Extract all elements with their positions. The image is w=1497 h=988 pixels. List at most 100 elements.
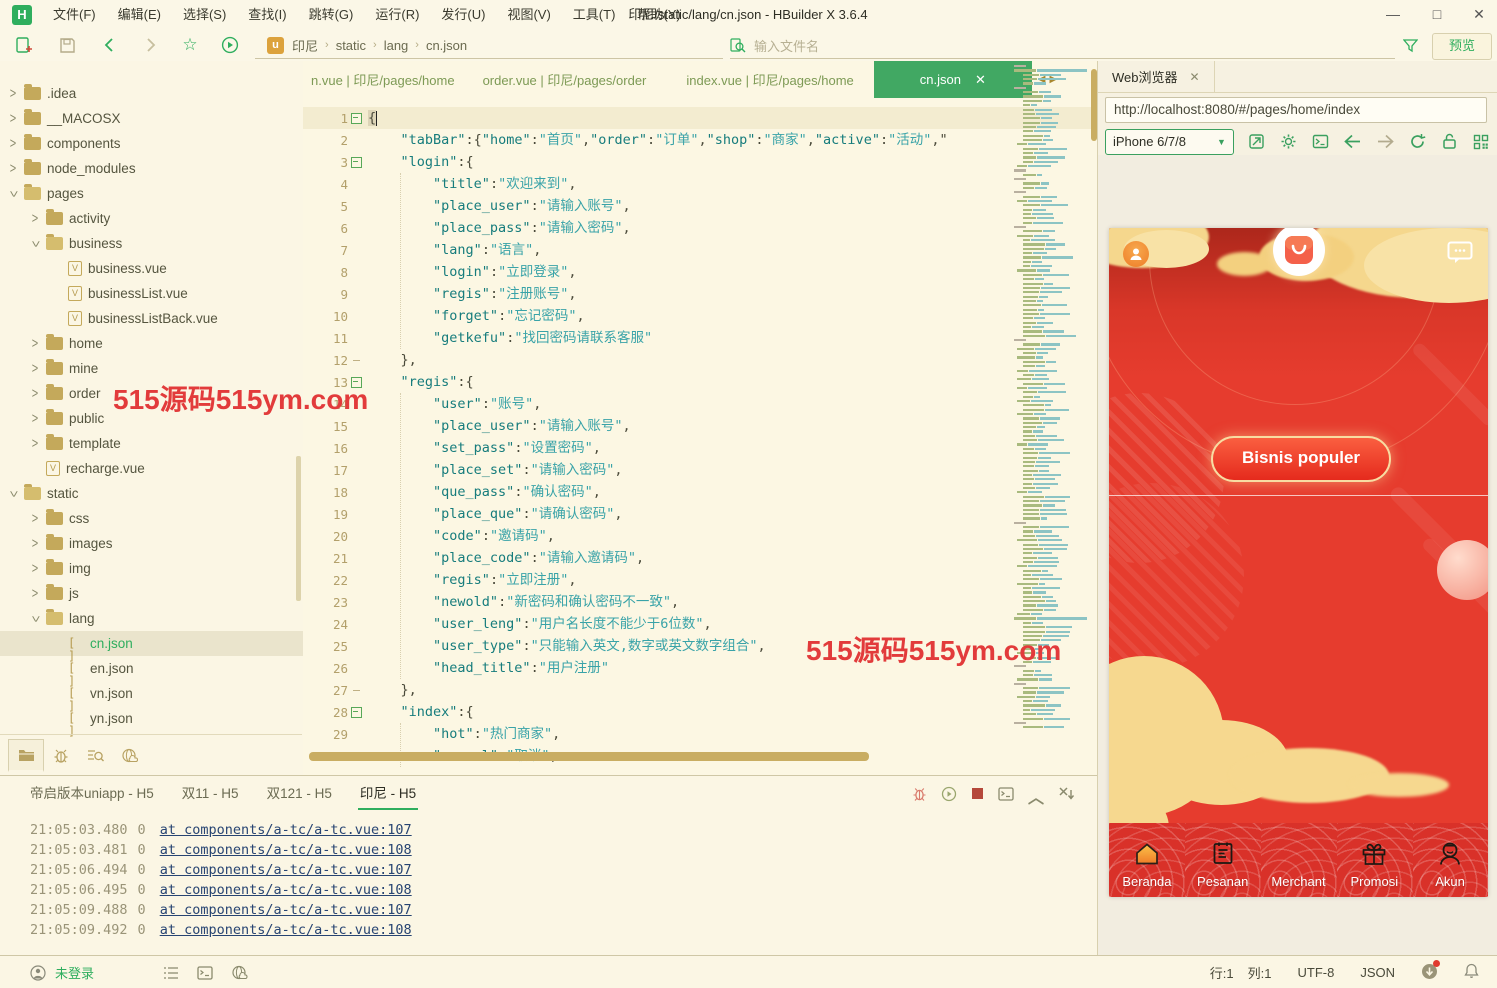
tree-item-businessList.vue[interactable]: >VbusinessList.vue [0,281,303,306]
tree-item-img[interactable]: >img [0,556,303,581]
tree-item-activity[interactable]: >activity [0,206,303,231]
chevron-open-icon[interactable]: > [5,189,21,199]
chevron-closed-icon[interactable]: > [30,511,40,527]
menu-item[interactable]: 跳转(G) [298,0,365,30]
menu-item[interactable]: 运行(R) [364,0,430,30]
encoding-indicator[interactable]: UTF-8 [1297,965,1334,980]
tree-item-.idea[interactable]: >.idea [0,81,303,106]
code-line[interactable]: 7 "lang":"语言", [303,239,1097,261]
code-line[interactable]: 22 "regis":"立即注册", [303,569,1097,591]
url-input[interactable]: http://localhost:8080/#/pages/home/index [1105,97,1487,123]
tree-item-home[interactable]: >home [0,331,303,356]
open-external-icon[interactable] [1247,132,1266,152]
app-nav-merchant[interactable]: Merchant [1261,823,1337,897]
code-line[interactable]: 1{ [303,107,1097,129]
chevron-open-icon[interactable]: > [27,614,43,624]
app-nav-promosi[interactable]: Promosi [1336,823,1412,897]
debug-view-icon[interactable] [44,741,78,771]
code-line[interactable]: 14 "user":"账号", [303,393,1097,415]
restart-icon[interactable] [941,786,957,807]
code-line[interactable]: 15 "place_user":"请输入账号", [303,415,1097,437]
code-line[interactable]: 12 }, [303,349,1097,371]
tree-item-business[interactable]: >business [0,231,303,256]
chevron-closed-icon[interactable]: > [30,586,40,602]
clear-close-icon[interactable] [1058,786,1075,806]
device-selector[interactable]: iPhone 6/7/8 ▼ [1105,129,1234,155]
close-tab-icon[interactable]: ✕ [1190,70,1200,84]
qr-code-icon[interactable] [1472,132,1491,152]
file-search-input[interactable]: 输入文件名 [730,32,1395,59]
browser-back-icon[interactable] [1343,132,1362,152]
code-line[interactable]: 2 "tabBar":{"home":"首页","order":"订单","sh… [303,129,1097,151]
cursor-line-indicator[interactable]: 行:1 [1210,963,1234,982]
login-status[interactable]: 未登录 [55,963,94,982]
fold-marker-icon[interactable] [351,707,362,718]
close-tab-icon[interactable]: ✕ [975,72,986,88]
code-line[interactable]: 17 "place_set":"请输入密码", [303,459,1097,481]
tree-scrollbar[interactable] [296,456,301,601]
code-line[interactable]: 21 "place_code":"请输入邀请码", [303,547,1097,569]
new-file-icon[interactable] [12,33,36,57]
chevron-closed-icon[interactable]: > [8,86,18,102]
log-source-link[interactable]: at components/a-tc/a-tc.vue:108 [160,882,412,898]
web-view-icon[interactable] [112,741,146,771]
update-download-icon[interactable] [1421,963,1438,983]
terminal-status-icon[interactable] [197,966,213,980]
tree-item-components[interactable]: >components [0,131,303,156]
log-source-link[interactable]: at components/a-tc/a-tc.vue:107 [160,902,412,918]
tree-item-pages[interactable]: >pages [0,181,303,206]
user-icon[interactable] [30,965,46,981]
code-line[interactable]: 11 "getkefu":"找回密码请联系客服" [303,327,1097,349]
code-line[interactable]: 18 "que_pass":"确认密码", [303,481,1097,503]
tree-item--MACOSX[interactable]: >__MACOSX [0,106,303,131]
chevron-closed-icon[interactable]: > [8,136,18,152]
tree-item-css[interactable]: >css [0,506,303,531]
app-nav-pesanan[interactable]: Pesanan [1185,823,1261,897]
code-area[interactable]: 1{2 "tabBar":{"home":"首页","order":"订单","… [303,98,1097,775]
refresh-icon[interactable] [1408,132,1427,152]
chevron-closed-icon[interactable]: > [30,436,40,452]
minimize-button[interactable]: — [1378,0,1408,30]
cursor-col-indicator[interactable]: 列:1 [1248,963,1272,982]
tree-item-vn.json[interactable]: >[ ]vn.json [0,681,303,706]
code-line[interactable]: 13 "regis":{ [303,371,1097,393]
console-icon[interactable] [1311,132,1330,152]
code-line[interactable]: 10 "forget":"忘记密码", [303,305,1097,327]
editor-tab-n.vue[interactable]: n.vue | 印尼/pages/home [303,61,463,98]
globe-status-icon[interactable] [231,965,248,980]
tree-item-template[interactable]: >template [0,431,303,456]
code-line[interactable]: 6 "place_pass":"请输入密码", [303,217,1097,239]
collapse-panel-icon[interactable]: ︿ [1028,784,1044,808]
console-tab[interactable]: 帝启版本uniapp - H5 [16,777,168,811]
chevron-open-icon[interactable]: > [5,489,21,499]
log-source-link[interactable]: at components/a-tc/a-tc.vue:107 [160,822,412,838]
chevron-closed-icon[interactable]: > [30,361,40,377]
web-browser-tab[interactable]: Web浏览器 ✕ [1098,61,1215,92]
bell-icon[interactable] [1464,963,1479,982]
code-line[interactable]: 29 "hot":"热门商家", [303,723,1097,745]
chevron-closed-icon[interactable]: > [30,411,40,427]
console-tab[interactable]: 双121 - H5 [253,777,346,811]
breadcrumb-item[interactable]: cn.json [424,38,469,53]
code-line[interactable]: 27 }, [303,679,1097,701]
code-line[interactable]: 16 "set_pass":"设置密码", [303,437,1097,459]
bisnis-populer-button[interactable]: Bisnis populer [1211,436,1391,482]
chevron-closed-icon[interactable]: > [30,211,40,227]
code-line[interactable]: 9 "regis":"注册账号", [303,283,1097,305]
syntax-indicator[interactable]: JSON [1360,965,1395,980]
console-tab[interactable]: 印尼 - H5 [346,777,430,811]
tree-item-businessListBack.vue[interactable]: >VbusinessListBack.vue [0,306,303,331]
tree-item-node-modules[interactable]: >node_modules [0,156,303,181]
message-icon[interactable] [1447,241,1473,270]
breadcrumb[interactable]: u 印尼›static›lang›cn.json [255,32,723,59]
tree-item-business.vue[interactable]: >Vbusiness.vue [0,256,303,281]
chevron-closed-icon[interactable]: > [30,336,40,352]
menu-item[interactable]: 编辑(E) [107,0,172,30]
fold-marker-icon[interactable] [351,113,362,124]
close-button[interactable]: ✕ [1464,0,1494,30]
tree-item-static[interactable]: >static [0,481,303,506]
preview-button[interactable]: 预览 [1432,33,1492,60]
chevron-closed-icon[interactable]: > [8,111,18,127]
breadcrumb-item[interactable]: static [334,38,368,53]
menu-item[interactable]: 文件(F) [42,0,107,30]
